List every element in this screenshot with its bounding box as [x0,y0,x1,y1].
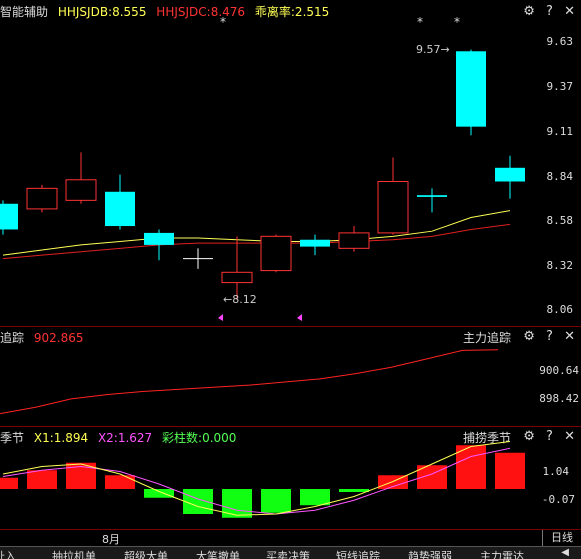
season-panel: 季节 X1:1.894 X2:1.627 彩柱数:0.000 捕捞季节 ⚙ ? … [0,427,581,529]
candle-body [417,195,447,197]
candle-body [221,271,253,284]
season-chart [0,441,525,518]
tab-item[interactable]: 趋势强弱 [408,548,452,559]
scroll-left-icon[interactable]: ◀ [561,547,569,558]
season-bar [27,470,57,489]
candle-body [65,179,97,201]
tab-item[interactable]: 主力雷达 [480,548,524,559]
season-bar [183,489,213,514]
candle-body [260,235,292,272]
season-bar [144,489,174,498]
candle-body [456,51,486,127]
candle-body [0,203,18,230]
period-button[interactable]: 日线 [542,530,581,546]
y-label: 9.37 [546,80,574,93]
tab-item[interactable]: 扯入 [0,548,16,559]
ma-yellow-line [2,210,511,256]
y-label: 8.84 [546,170,574,183]
tab-item[interactable]: 短线追踪 [336,548,380,559]
y-label: 9.11 [546,125,574,138]
candle-body [105,191,135,227]
candlestick-chart: * * * [0,15,525,321]
candle-body [26,187,58,210]
indicator-tab-bar: 扯入 抽拉机单 超级大单 大笔撤单 买卖决策 短线追踪 趋势强弱 主力雷达 ◀ [0,546,581,559]
season-bar [105,475,135,489]
signal-star-marker: * [220,15,226,29]
season-bar [495,452,525,489]
tracking-panel: 追踪 902.865 主力追踪 ⚙ ? ✕ 900.64 898.42 [0,327,581,426]
signal-star-marker: * [454,15,460,29]
main-chart-panel: 智能辅助 HHJSJDB:8.555 HHJSJDC:8.476 乖离率:2.5… [0,0,581,326]
tab-item[interactable]: 大笔撤单 [196,548,240,559]
low-annotation: ←8.12 [223,293,257,306]
y-label: 8.06 [546,303,574,316]
season-bar [300,489,330,506]
y-label: 8.58 [546,214,574,227]
season-bar [456,445,486,489]
x-axis-month-label: 8月 [102,533,120,546]
tab-item[interactable]: 买卖决策 [266,548,310,559]
season-bar [0,477,18,489]
season-bar [222,489,252,518]
x-axis-strip: 8月 日线 [0,529,581,547]
tab-item[interactable]: 抽拉机单 [52,548,96,559]
y-label: 8.32 [546,259,574,272]
signal-triangle-marker [218,314,223,321]
tracking-chart [0,349,499,415]
season-bar [261,489,291,513]
candle-body [300,239,330,247]
candle-body [495,167,525,182]
candle-body [377,180,409,234]
y-label: 898.42 [539,392,579,405]
y-label: -0.07 [541,493,575,506]
candle-body [338,232,370,249]
high-annotation: 9.57→ [416,43,450,56]
season-bar [339,489,369,492]
tracking-line [0,349,499,415]
y-label: 9.63 [546,35,574,48]
signal-star-marker: * [417,15,423,29]
y-label: 900.64 [539,364,579,377]
ma-red-line [2,223,511,260]
signal-triangle-marker [297,314,302,321]
y-label: 1.04 [542,465,570,478]
tab-item[interactable]: 超级大单 [124,548,168,559]
candle-body [144,232,174,245]
